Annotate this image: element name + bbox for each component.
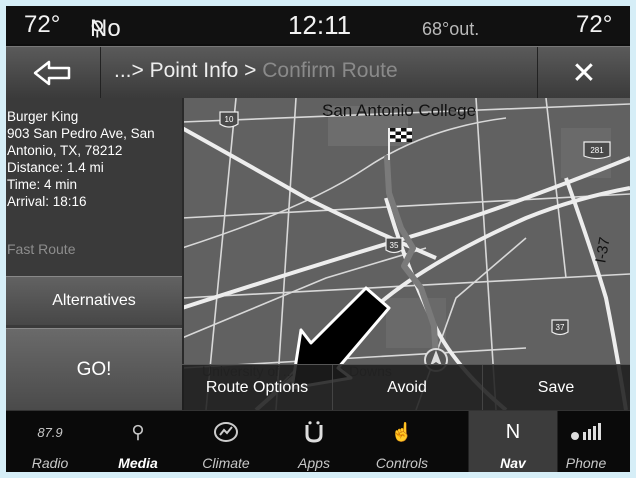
passenger-temp[interactable]: 72° [576, 10, 612, 40]
landmark-label: San Antonio College [322, 101, 477, 120]
route-type: Fast Route [7, 241, 76, 257]
dock-phone[interactable]: Phone [542, 411, 630, 472]
dock-label-climate: Climate [202, 455, 250, 471]
status-bar: 72° ⚲No Device 12:11 68°out. 72° [6, 6, 630, 72]
climate-icon [182, 419, 270, 445]
go-button[interactable]: GO! [6, 328, 182, 411]
interstate-37-shield: 37 [551, 319, 569, 336]
title-bar: ...> Point Info > Confirm Route ✕ [6, 46, 630, 100]
svg-text:35: 35 [390, 241, 399, 250]
route-options-button[interactable]: Route Options [182, 365, 333, 411]
interstate-10-shield: 10 [219, 111, 239, 128]
destination-name: Burger King [7, 109, 79, 124]
avoid-label: Avoid [387, 379, 427, 396]
driver-temp[interactable]: 72° [24, 10, 60, 40]
head-unit-screen: 72° ⚲No Device 12:11 68°out. 72° ...> Po… [6, 6, 630, 472]
arrival-time: Arrival: 18:16 [7, 194, 87, 209]
dock-media[interactable]: ⚲ Media [94, 411, 182, 472]
dock-radio[interactable]: 87.9 Radio [6, 411, 94, 472]
dock-label-phone: Phone [565, 455, 607, 471]
route-options-bar: Route Options Avoid Save [182, 364, 630, 411]
back-button[interactable] [6, 47, 101, 99]
outside-temp: 68°out. [422, 19, 480, 39]
dock-label-media: Media [118, 455, 158, 471]
dock-apps[interactable]: Apps [270, 411, 358, 472]
alternatives-button[interactable]: Alternatives [6, 276, 182, 325]
highway-281-shield: 281 [583, 141, 611, 160]
distance: Distance: 1.4 mi [7, 160, 104, 175]
save-button[interactable]: Save [482, 365, 630, 411]
breadcrumb-path: ...> Point Info > [114, 59, 263, 82]
address-line-1: 903 San Pedro Ave, San [7, 126, 155, 141]
go-label: GO! [76, 359, 112, 380]
dock-label-controls: Controls [375, 455, 429, 471]
interstate-35-shield: 35 [385, 237, 403, 254]
close-button[interactable]: ✕ [537, 47, 630, 99]
breadcrumb-current: Confirm Route [262, 59, 398, 82]
alternatives-label: Alternatives [52, 292, 136, 309]
dock-controls[interactable]: ☝ Controls [358, 411, 446, 472]
apps-icon [270, 419, 358, 445]
route-info-panel: Burger King 903 San Pedro Ave, San Anton… [6, 98, 184, 411]
controls-hand-icon: ☝ [390, 421, 414, 442]
clock: 12:11 [288, 10, 352, 40]
bluetooth-signal-icon [542, 419, 630, 445]
svg-text:37: 37 [556, 323, 565, 332]
address-line-2: Antonio, TX, 78212 [7, 143, 123, 158]
save-label: Save [537, 379, 575, 396]
bottom-dock: 87.9 Radio ⚲ Media Climate Apps ☝ Contro… [6, 410, 630, 472]
travel-time: Time: 4 min [7, 177, 78, 192]
avoid-button[interactable]: Avoid [332, 365, 483, 411]
svg-text:10: 10 [225, 115, 234, 124]
destination-details: Burger King 903 San Pedro Ave, San Anton… [7, 108, 183, 210]
back-arrow-icon [33, 60, 71, 86]
radio-frequency: 87.9 [37, 424, 63, 440]
breadcrumb: ...> Point Info > Confirm Route [114, 59, 398, 83]
dock-climate[interactable]: Climate [182, 411, 270, 472]
svg-text:281: 281 [590, 146, 604, 155]
dock-label-radio: Radio [31, 455, 69, 471]
close-icon: ✕ [571, 56, 597, 90]
usb-icon: ⚲ [131, 421, 145, 442]
dock-label-apps: Apps [298, 455, 330, 471]
route-options-label: Route Options [205, 379, 309, 396]
